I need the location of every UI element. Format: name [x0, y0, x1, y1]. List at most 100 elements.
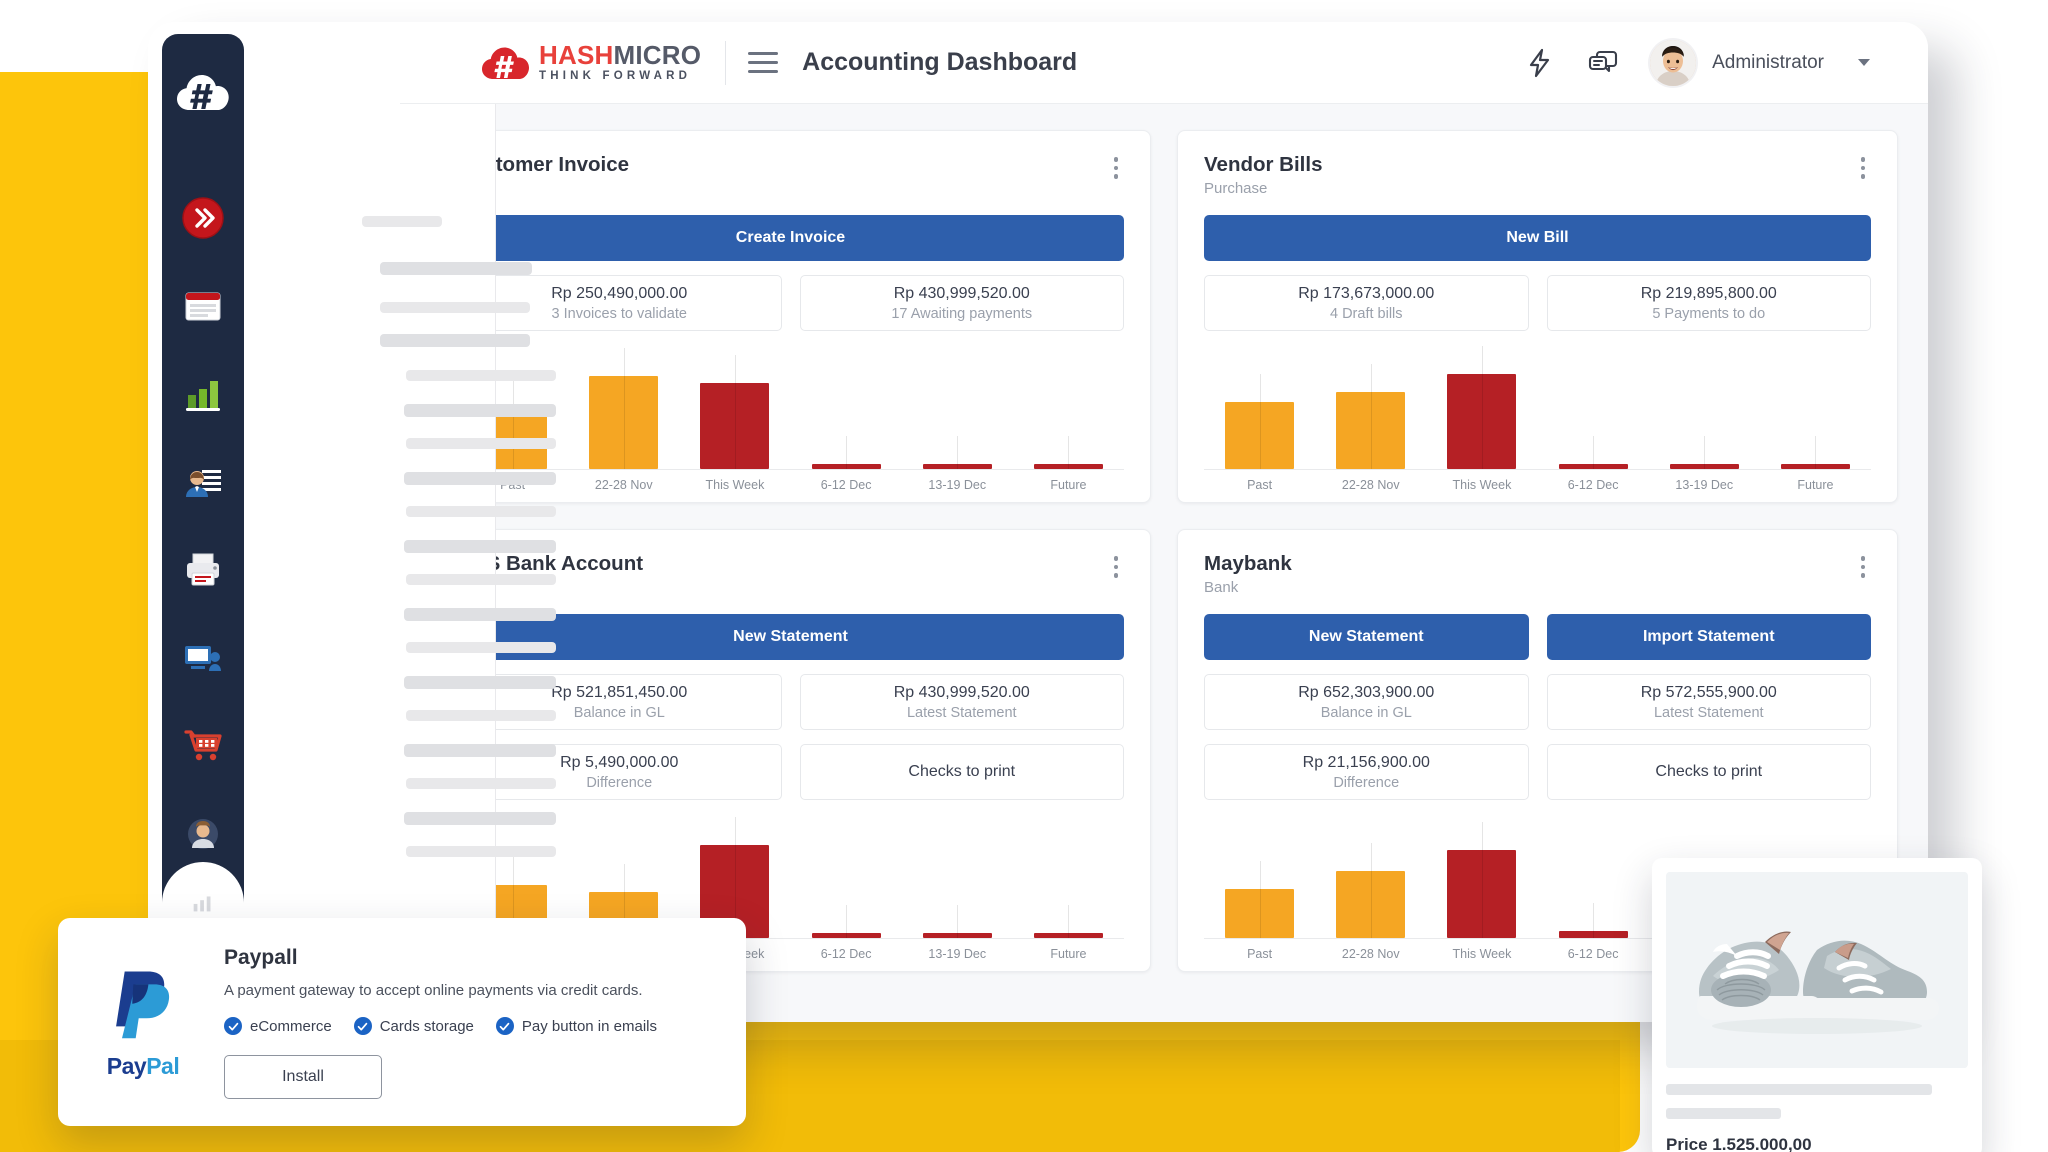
chart-x-label: 6-12 Dec	[1567, 478, 1619, 492]
card-subtitle: Purchase	[1204, 180, 1268, 197]
kebab-menu-icon[interactable]	[1108, 552, 1125, 582]
skeleton-bar	[404, 540, 556, 553]
chart-x-label: 22-28 Nov	[1341, 478, 1400, 492]
chart-bar[interactable]	[1558, 903, 1628, 938]
create-invoice-button[interactable]: Create Invoice	[457, 215, 1124, 261]
stat-label: Latest Statement	[906, 704, 1017, 721]
brand-tagline: THINK FORWARD	[539, 70, 692, 83]
sidebar-item-pos[interactable]	[162, 614, 244, 702]
new-bill-button[interactable]: New Bill	[1204, 215, 1871, 261]
chart-bar[interactable]	[922, 436, 992, 469]
chart-tick	[1068, 436, 1070, 469]
install-button[interactable]: Install	[224, 1055, 382, 1099]
chart-bar[interactable]	[589, 348, 659, 469]
sidebar-item-contacts[interactable]	[162, 438, 244, 526]
chart-column	[568, 348, 679, 469]
stat-latest-statement[interactable]: Rp 430,999,520.00 Latest Statement	[799, 674, 1124, 730]
chart-bar[interactable]	[1558, 436, 1628, 469]
user-list-icon	[182, 461, 224, 503]
import-statement-button[interactable]: Import Statement	[1546, 614, 1871, 660]
skeleton-bar	[380, 334, 530, 347]
card-vendor-bills: Vendor Bills Purchase New Bill Rp 173,67…	[1177, 130, 1898, 503]
chart-bar[interactable]	[1225, 373, 1295, 469]
user-name[interactable]: Administrator	[1712, 52, 1824, 74]
chat-bubble-icon[interactable]	[1586, 46, 1620, 80]
card-stats: Rp 250,490,000.00 3 Invoices to validate…	[457, 275, 1124, 331]
chart-column	[1315, 822, 1426, 938]
chart-x-label: 22-28 Nov	[1341, 947, 1400, 961]
chart-x-label: 6-12 Dec	[820, 478, 872, 492]
chart-tick	[1481, 345, 1483, 469]
stat-value: Rp 173,673,000.00	[1298, 284, 1435, 302]
dashboard-card-grid: Customer Invoice Sale Create Invoice Rp …	[430, 130, 1898, 972]
skeleton-bar	[406, 778, 556, 789]
stat-label: 4 Draft bills	[1329, 305, 1403, 322]
paypal-description: A payment gateway to accept online payme…	[224, 982, 643, 999]
sidebar-item-reports[interactable]	[162, 350, 244, 438]
chart-bar[interactable]	[811, 905, 881, 938]
stat-value: Rp 5,490,000.00	[560, 753, 679, 771]
stat-label: 5 Payments to do	[1652, 305, 1766, 322]
kebab-menu-icon[interactable]	[1855, 153, 1872, 183]
chevron-down-icon[interactable]	[1858, 59, 1870, 66]
monitor-icon	[182, 637, 224, 679]
paypal-feature-label: Pay button in emails	[521, 1017, 657, 1035]
chart-column	[1013, 822, 1124, 938]
sidebar-item-calendar[interactable]	[162, 262, 244, 350]
card-stats-secondary: Rp 21,156,900.00 Difference Checks to pr…	[1204, 744, 1871, 800]
sidebar-icon-rail	[162, 34, 244, 914]
kebab-menu-icon[interactable]	[1108, 153, 1125, 183]
chart-x-label: Future	[1797, 478, 1834, 492]
skeleton-bar	[362, 216, 442, 227]
stat-value: Rp 572,555,900.00	[1640, 683, 1777, 701]
shopping-cart-icon	[182, 725, 224, 767]
chart-bar[interactable]	[1225, 861, 1295, 938]
stat-payments-to-do[interactable]: Rp 219,895,800.00 5 Payments to do	[1546, 275, 1871, 331]
hashmicro-logo: HASHMICRO THINK FORWARD	[480, 42, 701, 83]
hamburger-icon[interactable]	[748, 52, 779, 73]
chart-column	[1538, 822, 1649, 938]
double-chevron-right-icon	[182, 197, 224, 239]
chart-column	[1649, 353, 1760, 469]
lightning-bolt-icon[interactable]	[1522, 46, 1556, 80]
card-header: Customer Invoice Sale	[457, 153, 1124, 197]
stat-latest-statement[interactable]: Rp 572,555,900.00 Latest Statement	[1546, 674, 1871, 730]
stat-checks-to-print[interactable]: Checks to print	[1546, 744, 1871, 800]
chart-tick	[512, 380, 514, 469]
chart-bar[interactable]	[1033, 905, 1103, 938]
chart-column	[1426, 821, 1537, 938]
kebab-menu-icon[interactable]	[1855, 552, 1872, 582]
chart-bar[interactable]	[700, 355, 770, 469]
stat-value: Rp 430,999,520.00	[893, 683, 1030, 701]
chart-bar[interactable]	[1780, 436, 1850, 469]
card-stats: Rp 652,303,900.00 Balance in GL Rp 572,5…	[1204, 674, 1871, 730]
chart-x-label: Past	[1247, 947, 1273, 961]
chart-bar[interactable]	[922, 905, 992, 938]
chart-bar[interactable]	[1336, 364, 1406, 469]
chart-x-label: Past	[1247, 478, 1273, 492]
stat-draft-bills[interactable]: Rp 173,673,000.00 4 Draft bills	[1204, 275, 1529, 331]
paypal-wordmark: PayPal	[107, 1053, 180, 1080]
avatar[interactable]	[1650, 39, 1697, 86]
brand-name-part1: HASH	[539, 40, 614, 71]
chart-bar[interactable]	[1447, 821, 1517, 938]
stat-difference[interactable]: Rp 21,156,900.00 Difference	[1204, 744, 1529, 800]
sidebar-item-expand-menu[interactable]	[162, 174, 244, 262]
chart-bar[interactable]	[1447, 345, 1517, 469]
chart-bar[interactable]	[1033, 436, 1103, 469]
stat-awaiting-payments[interactable]: Rp 430,999,520.00 17 Awaiting payments	[799, 275, 1124, 331]
sidebar-item-printing[interactable]	[162, 526, 244, 614]
sidebar-item-ecommerce[interactable]	[162, 702, 244, 790]
topbar-right-controls: Administrator	[1522, 39, 1928, 86]
hashmicro-wordmark: HASHMICRO THINK FORWARD	[539, 42, 701, 83]
new-statement-button[interactable]: New Statement	[457, 614, 1124, 660]
hashmicro-cloud-hash-icon	[175, 70, 231, 114]
chart-bar[interactable]	[1669, 436, 1739, 469]
stat-checks-to-print[interactable]: Checks to print	[799, 744, 1124, 800]
chart-bar[interactable]	[1336, 842, 1406, 938]
chart-x-label: 22-28 Nov	[594, 478, 653, 492]
chart-bar[interactable]	[811, 436, 881, 469]
stat-balance-in-gl[interactable]: Rp 652,303,900.00 Balance in GL	[1204, 674, 1529, 730]
new-statement-button[interactable]: New Statement	[1204, 614, 1529, 660]
skeleton-bar	[406, 642, 556, 653]
